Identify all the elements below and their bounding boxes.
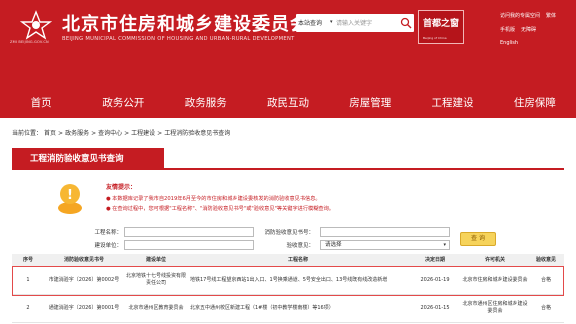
cell-no: 2 [12, 294, 44, 323]
cell-opinion-no[interactable]: 市建消验字〔2026〕第0002号 [44, 266, 124, 295]
col-authority: 许可机关 [462, 254, 528, 267]
tip-title: 友情提示： [106, 184, 137, 191]
search-icon[interactable] [400, 17, 412, 29]
build-unit-input[interactable] [124, 240, 254, 250]
tip-line: ● 本数据库记录了我市自2019年6月至今的市住房和城乡建设委核发的消防验收意见… [106, 196, 321, 202]
table-row[interactable]: 2 通建消验字〔2026〕第0001号 北京市通州区教育委员会 北京五中通州校区… [12, 294, 564, 323]
col-opinion-no: 消防验收意见书号 [44, 254, 124, 267]
cell-project-name[interactable]: 地铁17号线工程望京西站1出入口、1号换乘通道、5号安全出口、13号线既有线改造… [188, 266, 408, 295]
opinion-no-input[interactable] [320, 227, 450, 237]
top-links: 访问我的专属空间 繁体 手机版 无障碍 English [500, 12, 576, 53]
table-header-row: 序号 消防验收意见书号 建设单位 工程名称 决定日期 许可机关 验收意见 [12, 254, 564, 267]
tip-line: ● 在查询过程中，您可根据"工程名称"、"消防验收意见书号"或"验收意见"等关键… [106, 206, 334, 212]
emblem-logo-icon[interactable] [20, 10, 52, 40]
cell-result: 合格 [528, 294, 564, 323]
personal-space-link[interactable]: 访问我的专属空间 [500, 12, 540, 19]
nav-government-services[interactable]: 政务服务 [165, 88, 247, 118]
col-project-name: 工程名称 [188, 254, 408, 267]
breadcrumb-prefix: 当前位置： [12, 130, 43, 137]
cell-result: 合格 [528, 266, 564, 295]
cell-build-unit: 北京市通州区教育委员会 [124, 294, 188, 323]
col-result: 验收意见 [528, 254, 564, 267]
opinion-no-label: 消防验收意见书号： [264, 230, 314, 236]
breadcrumb-query-center[interactable]: 查询中心 [98, 130, 122, 137]
build-unit-label: 建设单位： [94, 243, 122, 249]
breadcrumb-current: 工程消防验收意见书查询 [164, 130, 231, 137]
breadcrumb-home[interactable]: 首页 [44, 130, 56, 137]
cell-project-name[interactable]: 北京五中通州校区新建工程（1#楼（初中教学楼南楼）等16项） [188, 294, 408, 323]
project-name-label: 工程名称： [94, 230, 122, 236]
breadcrumb: 当前位置： 首页 > 政务服务 > 查询中心 > 工程建设 > 工程消防验收意见书查询 [12, 130, 231, 137]
results-table: 序号 消防验收意见书号 建设单位 工程名称 决定日期 许可机关 验收意见 1 市… [12, 254, 564, 323]
cell-build-unit: 北京地铁十七号线投资有限责任公司 [124, 266, 188, 295]
english-link[interactable]: English [500, 40, 518, 46]
nav-construction[interactable]: 工程建设 [411, 88, 493, 118]
main-nav-bar: 首页 政务公开 政务服务 政民互动 房屋管理 工程建设 住房保障 [0, 88, 576, 118]
nav-government-affairs[interactable]: 政务公开 [82, 88, 164, 118]
nav-home[interactable]: 首页 [0, 88, 82, 118]
cell-no: 1 [12, 266, 44, 295]
table-row[interactable]: 1 市建消验字〔2026〕第0002号 北京地铁十七号线投资有限责任公司 地铁1… [12, 266, 564, 295]
col-no: 序号 [12, 254, 44, 267]
nav-housing-management[interactable]: 房屋管理 [329, 88, 411, 118]
nav-housing-security[interactable]: 住房保障 [494, 88, 576, 118]
opinion-label: 验收意见： [286, 243, 314, 249]
site-header: ZMI BEIJING.GOV.CN 北京市住房和城乡建设委员会 BEIJING… [0, 0, 576, 88]
site-title[interactable]: 北京市住房和城乡建设委员会 [62, 10, 309, 36]
query-button[interactable]: 查 询 [460, 232, 496, 246]
logo-caption: ZMI BEIJING.GOV.CN [10, 40, 49, 44]
accessibility-link[interactable]: 无障碍 [521, 26, 536, 33]
cell-authority: 北京市通州区住房和城乡建设委员会 [462, 294, 528, 323]
site-subtitle: BEIJING MUNICIPAL COMMISSION OF HOUSING … [62, 36, 295, 42]
opinion-select-value: 请选择 [325, 242, 342, 248]
capital-window-badge[interactable]: 首都之窗 Beijing of China [418, 10, 464, 44]
site-search: 本站查询 ▾ [296, 14, 414, 32]
chevron-down-icon: ▾ [443, 242, 446, 248]
opinion-select[interactable]: 请选择 ▾ [320, 240, 450, 250]
breadcrumb-services[interactable]: 政务服务 [65, 130, 89, 137]
col-date: 决定日期 [408, 254, 462, 267]
search-input[interactable] [336, 16, 400, 30]
cell-authority: 北京市住房和城乡建设委员会 [462, 266, 528, 295]
search-scope-select[interactable]: 本站查询 [298, 18, 322, 27]
svg-text:!: ! [67, 188, 73, 203]
breadcrumb-construction[interactable]: 工程建设 [131, 130, 155, 137]
info-mascot-icon: ! [58, 184, 82, 214]
mobile-version-link[interactable]: 手机版 [500, 26, 515, 33]
chevron-down-icon[interactable]: ▾ [330, 19, 333, 25]
col-build-unit: 建设单位 [124, 254, 188, 267]
cell-opinion-no[interactable]: 通建消验字〔2026〕第0001号 [44, 294, 124, 323]
cell-date: 2026-01-15 [408, 294, 462, 323]
section-title: 工程消防验收意见书查询 [12, 148, 164, 170]
project-name-input[interactable] [124, 227, 254, 237]
cell-date: 2026-01-19 [408, 266, 462, 295]
query-button-label: 查 询 [471, 235, 485, 242]
badge-text: 首都之窗 [423, 19, 460, 29]
nav-interaction[interactable]: 政民互动 [247, 88, 329, 118]
traditional-chinese-link[interactable]: 繁体 [546, 12, 556, 19]
badge-subtext: Beijing of China [423, 36, 447, 40]
section-header: 工程消防验收意见书查询 [12, 148, 564, 170]
